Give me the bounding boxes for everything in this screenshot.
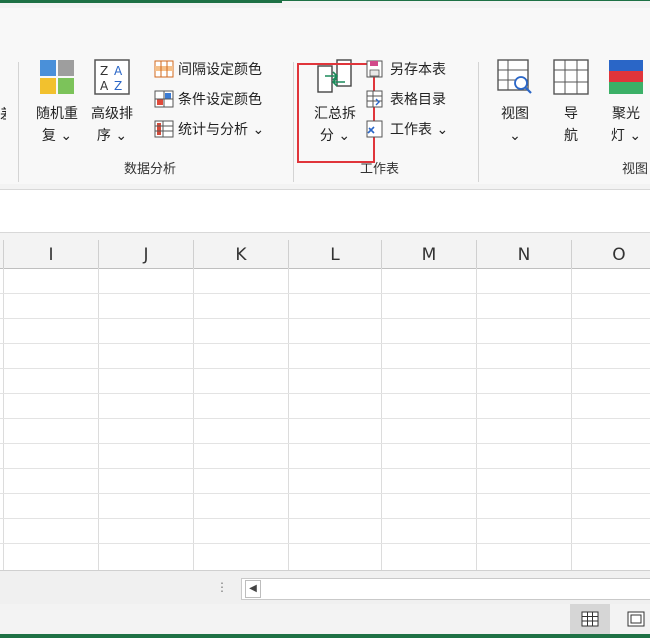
condition-color-label: 条件设定颜色 (178, 92, 262, 108)
worksheet-button[interactable]: 工作表 ⌄ (364, 117, 448, 141)
sheet-tab-bar: ⋮ ◀ (0, 570, 650, 605)
grid-line (0, 393, 650, 394)
condition-color-button[interactable]: 条件设定颜色 (154, 87, 262, 111)
navigation-grid-icon (553, 59, 589, 95)
group-separator (18, 62, 19, 182)
page-layout-view-button[interactable] (622, 604, 650, 634)
status-bar (0, 604, 650, 634)
grid-line (0, 318, 650, 319)
group-label-data-analysis: 数据分析 (124, 162, 177, 177)
table-directory-button[interactable]: 表格目录 (364, 87, 446, 111)
column-header-m[interactable]: M (382, 240, 477, 268)
sort-az-icon: Z A A Z (94, 59, 130, 95)
stats-analysis-icon (154, 120, 174, 138)
column-header-row: I J K L M N O (0, 240, 650, 269)
grid-line (0, 368, 650, 369)
worksheet-icon (366, 120, 383, 138)
navigate-button[interactable]: 导 航 (548, 58, 594, 147)
save-sheet-label: 另存本表 (390, 62, 446, 78)
random-repeat-label-1: 随机重 (36, 106, 78, 122)
grid-line (3, 268, 4, 570)
svg-text:A: A (100, 79, 109, 93)
grid-line (0, 343, 650, 344)
grid-line (381, 268, 382, 570)
advanced-sort-label-1: 高级排 (91, 106, 133, 122)
grid-line (193, 268, 194, 570)
svg-text:A: A (114, 64, 123, 78)
spotlight-label-1: 聚光 (612, 106, 640, 122)
random-repeat-label-2: 复 ⌄ (41, 128, 73, 144)
save-sheet-icon (366, 60, 383, 78)
interval-color-button[interactable]: 间隔设定颜色 (154, 57, 262, 81)
column-header-n[interactable]: N (477, 240, 572, 268)
title-strip (0, 0, 650, 8)
grid-line (571, 268, 572, 570)
interval-color-label: 间隔设定颜色 (178, 62, 262, 78)
view-label-1: 视图 (501, 106, 529, 122)
grid-line (0, 293, 650, 294)
view-magnify-icon (497, 59, 532, 94)
condition-color-icon (154, 90, 174, 108)
spotlight-label-2: 灯 ⌄ (610, 128, 642, 144)
view-label-2: ⌄ (509, 128, 521, 144)
grid-view-icon (581, 611, 599, 627)
group-separator (293, 62, 294, 182)
grid-line (0, 418, 650, 419)
navigate-label-1: 导 (564, 106, 578, 122)
normal-view-button[interactable] (570, 604, 610, 634)
spreadsheet-grid[interactable]: I J K L M N O (0, 240, 650, 570)
scroll-left-icon[interactable]: ◀ (245, 580, 261, 598)
stats-analysis-label: 统计与分析 ⌄ (178, 122, 265, 138)
group-label-view: 视图 (622, 162, 649, 177)
column-header-i[interactable]: I (4, 240, 99, 268)
spotlight-button[interactable]: 聚光 灯 ⌄ (602, 58, 650, 147)
advanced-sort-label-2: 序 ⌄ (96, 128, 128, 144)
random-repeat-button[interactable]: 随机重 复 ⌄ (30, 58, 84, 147)
column-header-j[interactable]: J (99, 240, 194, 268)
formula-bar[interactable] (0, 189, 650, 233)
view-button[interactable]: 视图 ⌄ (492, 58, 538, 147)
splitter-handle[interactable]: ⋮ (216, 580, 228, 594)
active-tab-indicator (0, 0, 282, 3)
grid-line (0, 468, 650, 469)
grid-line (98, 268, 99, 570)
table-directory-icon (366, 90, 383, 108)
group-separator (478, 62, 479, 182)
svg-text:Z: Z (100, 64, 108, 78)
grid-line (0, 443, 650, 444)
worksheet-label: 工作表 ⌄ (390, 122, 449, 138)
save-sheet-button[interactable]: 另存本表 (364, 57, 446, 81)
group-label-worksheet: 工作表 (360, 162, 400, 177)
grid-line (476, 268, 477, 570)
column-header-l[interactable]: L (289, 240, 382, 268)
tab-border (282, 0, 650, 1)
horizontal-scrollbar[interactable]: ◀ (241, 578, 650, 600)
grid-line (0, 518, 650, 519)
column-header-o[interactable]: O (572, 240, 650, 268)
navigate-label-2: 航 (564, 128, 578, 144)
page-layout-icon (627, 611, 645, 627)
svg-text:Z: Z (114, 79, 122, 93)
spotlight-icon (609, 60, 643, 94)
ribbon: 差 随机重 复 ⌄ Z A A Z 高级排 序 ⌄ 间隔设定颜色 (0, 8, 650, 184)
interval-color-icon (154, 60, 174, 78)
grid-line (0, 543, 650, 544)
window-bottom-border (0, 634, 650, 638)
cutoff-label: 差 (0, 104, 6, 124)
table-directory-label: 表格目录 (390, 92, 446, 108)
stats-analysis-button[interactable]: 统计与分析 ⌄ (154, 117, 264, 141)
random-repeat-icon (40, 60, 74, 94)
grid-line (288, 268, 289, 570)
grid-line (0, 493, 650, 494)
column-header-k[interactable]: K (194, 240, 289, 268)
advanced-sort-button[interactable]: Z A A Z 高级排 序 ⌄ (86, 58, 138, 147)
